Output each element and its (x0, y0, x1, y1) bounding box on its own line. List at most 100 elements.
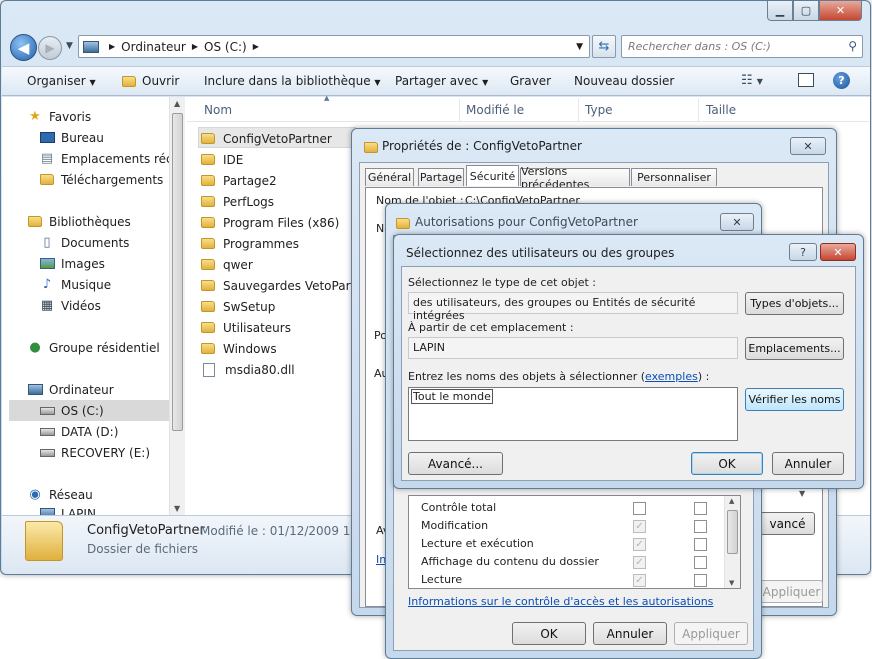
nav-network[interactable]: ◉ Réseau (27, 484, 92, 505)
share-with-button[interactable]: Partager avec ▼ (395, 74, 488, 88)
scroll-down-icon[interactable]: ▼ (729, 579, 734, 587)
file-row[interactable]: ConfigVetoPartner (201, 128, 332, 149)
column-size[interactable]: Taille (706, 103, 736, 117)
deny-checkbox[interactable] (694, 538, 707, 551)
nav-images[interactable]: Images (39, 253, 105, 274)
back-button[interactable]: ◀ (10, 34, 37, 61)
allow-checkbox[interactable]: ✓ (633, 556, 646, 569)
nav-computer[interactable]: Ordinateur (27, 379, 114, 400)
file-row[interactable]: Programmes (201, 233, 299, 254)
column-type[interactable]: Type (585, 103, 613, 117)
homegroup-icon: ● (29, 340, 41, 355)
nav-drive-d[interactable]: DATA (D:) (39, 421, 118, 442)
nav-lapin[interactable]: LAPIN (39, 503, 96, 515)
maximize-button[interactable]: ▢ (793, 1, 819, 21)
access-control-help-link[interactable]: Informations sur le contrôle d'accès et … (408, 595, 713, 608)
file-row[interactable]: PerfLogs (201, 191, 274, 212)
nav-homegroup[interactable]: ● Groupe résidentiel (27, 337, 159, 358)
locations-button[interactable]: Emplacements... (745, 337, 844, 360)
file-row[interactable]: IDE (201, 149, 243, 170)
file-name: Partage2 (223, 173, 277, 188)
scroll-down-icon[interactable]: ▼ (174, 504, 180, 513)
allow-checkbox[interactable]: ✓ (633, 538, 646, 551)
recent-pages-chevron-icon[interactable]: ▼ (66, 41, 73, 51)
file-row[interactable]: msdia80.dll (201, 359, 295, 380)
advanced-button[interactable]: Avancé... (408, 452, 503, 475)
tab-general[interactable]: Général (365, 168, 414, 186)
nav-desktop[interactable]: Bureau (39, 127, 104, 148)
apply-button[interactable]: Appliquer (760, 580, 823, 603)
breadcrumb-computer[interactable]: Ordinateur (121, 40, 186, 54)
close-button[interactable]: ✕ (720, 213, 754, 231)
nav-videos[interactable]: ▦ Vidéos (39, 295, 101, 316)
deny-checkbox[interactable] (694, 520, 707, 533)
object-names-input[interactable]: Tout le monde (408, 387, 738, 441)
cancel-button[interactable]: Annuler (772, 452, 844, 475)
file-row[interactable]: Partage2 (201, 170, 277, 191)
file-row[interactable]: Program Files (x86) (201, 212, 339, 233)
nav-documents[interactable]: ▯ Documents (39, 232, 129, 253)
scroll-thumb[interactable] (172, 113, 183, 431)
deny-checkbox[interactable] (694, 502, 707, 515)
apply-button[interactable]: Appliquer (674, 622, 748, 645)
advanced-button[interactable]: vancé (760, 512, 815, 535)
file-row[interactable]: SwSetup (201, 296, 275, 317)
nav-music[interactable]: ♪ Musique (39, 274, 111, 295)
file-row[interactable]: qwer (201, 254, 253, 275)
nav-scrollbar[interactable]: ▲ ▼ (169, 97, 185, 515)
address-bar[interactable]: ▶ Ordinateur ▶ OS (C:) ▶ ▼ (78, 35, 590, 58)
open-button[interactable]: Ouvrir (122, 74, 179, 88)
deny-checkbox[interactable] (694, 556, 707, 569)
search-input[interactable]: Rechercher dans : OS (C:) ⚲ (621, 35, 863, 58)
tab-sharing[interactable]: Partage (418, 168, 464, 186)
column-modified[interactable]: Modifié le (466, 103, 524, 117)
minimize-button[interactable]: ▁ (767, 1, 793, 21)
nav-drive-e[interactable]: RECOVERY (E:) (39, 442, 150, 463)
nav-recent-places[interactable]: ▤ Emplacements récer (39, 148, 185, 169)
scroll-up-icon[interactable]: ▲ (174, 99, 180, 108)
object-types-button[interactable]: Types d'objets... (745, 292, 844, 315)
allow-checkbox[interactable]: ✓ (633, 574, 646, 587)
examples-link[interactable]: exemples (645, 370, 698, 383)
nav-libraries[interactable]: Bibliothèques (27, 211, 131, 232)
list-scrollbar[interactable]: ▲ ▼ (724, 496, 740, 588)
nav-favorites[interactable]: ★ Favoris (27, 106, 91, 127)
search-icon[interactable]: ⚲ (848, 39, 857, 53)
close-button[interactable]: ✕ (819, 1, 862, 21)
file-row[interactable]: Windows (201, 338, 277, 359)
close-button[interactable]: ✕ (820, 243, 856, 261)
breadcrumb-drive[interactable]: OS (C:) (204, 40, 247, 54)
include-in-library-button[interactable]: Inclure dans la bibliothèque ▼ (204, 74, 381, 88)
help-icon[interactable]: ? (833, 72, 850, 89)
preview-pane-icon[interactable] (798, 73, 814, 87)
burn-button[interactable]: Graver (510, 74, 551, 88)
address-dropdown-icon[interactable]: ▼ (576, 42, 583, 52)
tab-security[interactable]: Sécurité (466, 165, 519, 186)
file-row[interactable]: Sauvegardes VetoPartner (201, 275, 375, 296)
allow-checkbox[interactable]: ✓ (633, 520, 646, 533)
view-options-icon[interactable]: ☷ ▼ (741, 73, 763, 88)
tab-previous-versions[interactable]: Versions précédentes (520, 165, 630, 191)
ok-button[interactable]: OK (512, 622, 586, 645)
scroll-up-icon[interactable]: ▲ (729, 497, 734, 505)
check-names-button[interactable]: Vérifier les noms (745, 388, 844, 411)
cancel-button[interactable]: Annuler (593, 622, 667, 645)
file-row[interactable]: Utilisateurs (201, 317, 291, 338)
tab-customize[interactable]: Personnaliser (631, 168, 717, 186)
refresh-button[interactable]: ⇆ (592, 35, 616, 58)
new-folder-button[interactable]: Nouveau dossier (574, 74, 674, 88)
ok-button[interactable]: OK (691, 452, 763, 475)
nav-downloads[interactable]: Téléchargements (39, 169, 163, 190)
file-name: SwSetup (223, 299, 276, 314)
allow-checkbox[interactable] (633, 502, 646, 515)
deny-checkbox[interactable] (694, 574, 707, 587)
libraries-icon (27, 215, 43, 229)
forward-button[interactable]: ▶ (38, 36, 62, 60)
close-button[interactable]: ✕ (790, 137, 826, 155)
scroll-thumb[interactable] (727, 510, 738, 554)
nav-drive-c[interactable]: OS (C:) (39, 400, 104, 421)
organize-button[interactable]: Organiser ▼ (27, 74, 96, 88)
nav-label: Musique (61, 277, 112, 292)
help-button[interactable]: ? (789, 243, 817, 261)
column-name[interactable]: Nom (204, 103, 232, 117)
